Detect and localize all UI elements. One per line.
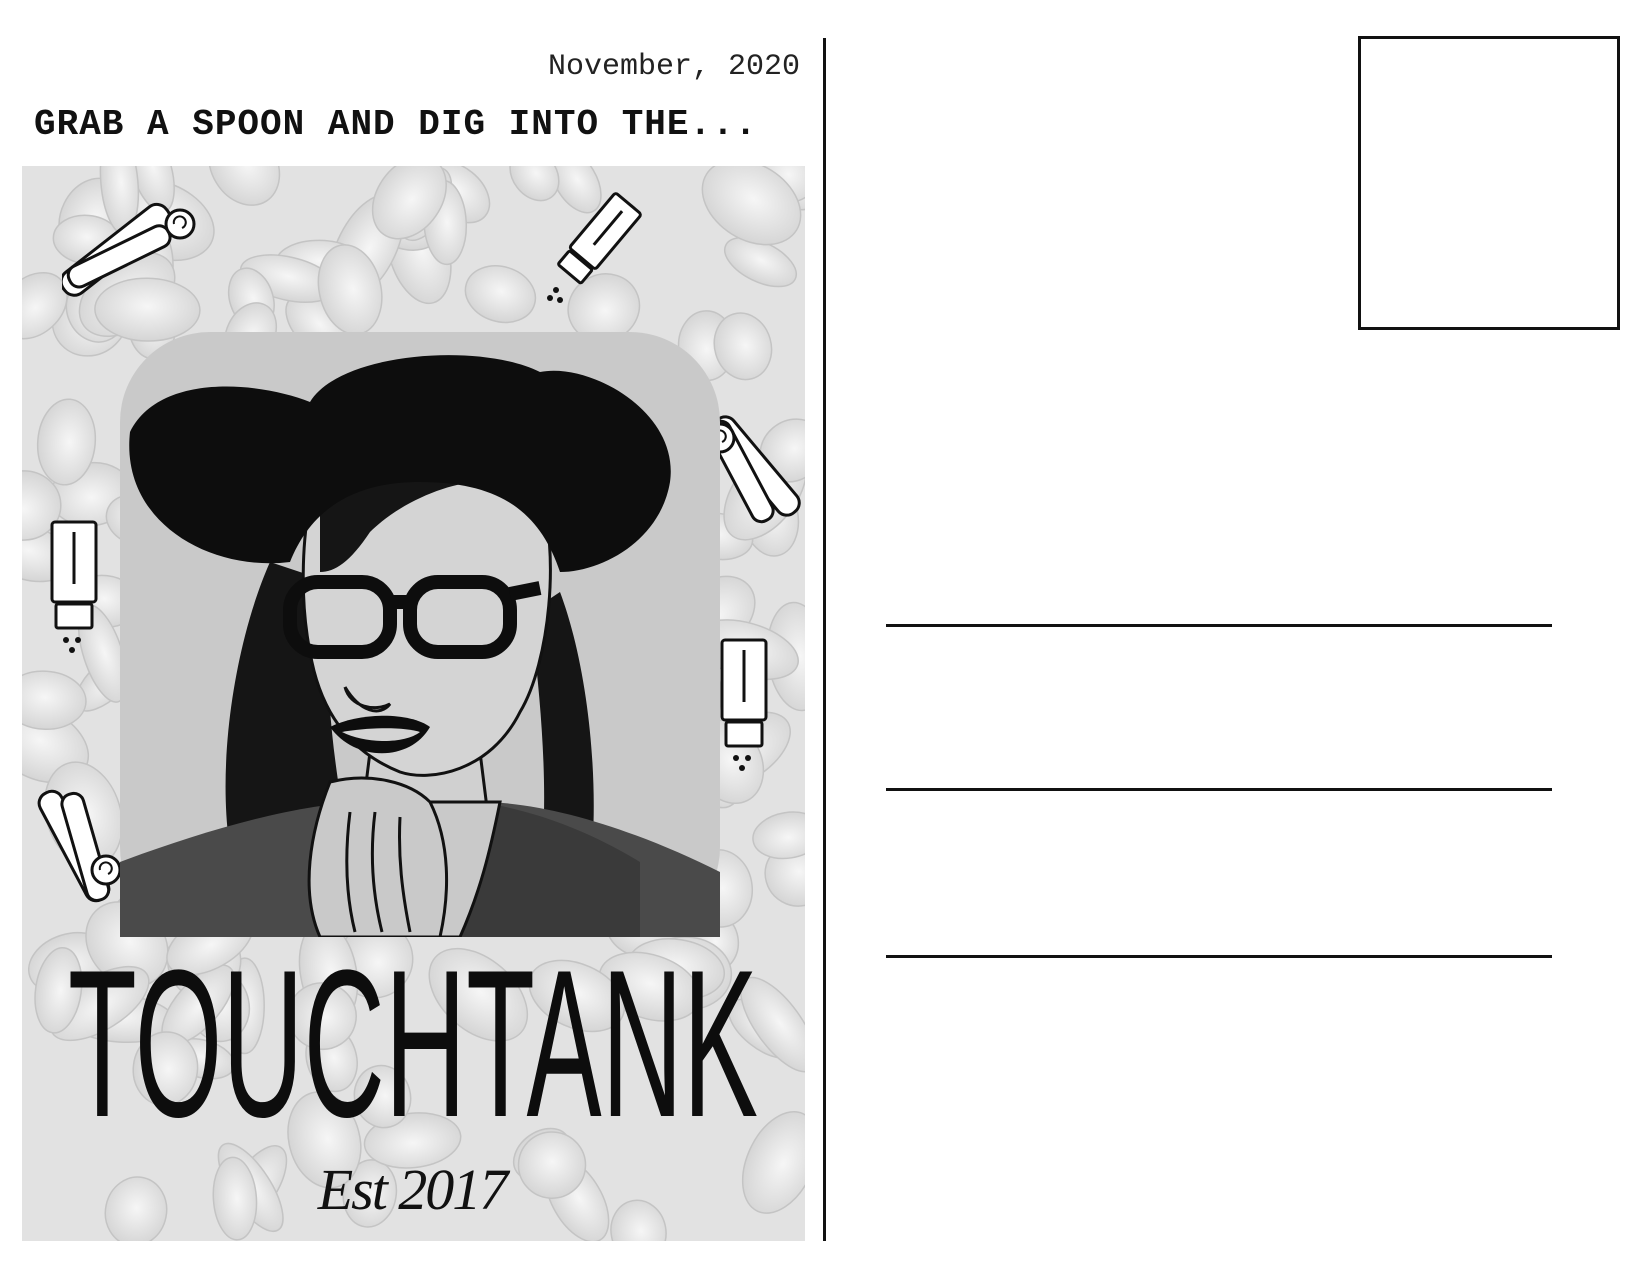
- portrait-illustration: [120, 332, 720, 937]
- address-line-3: [886, 955, 1552, 958]
- brand-name: TOUCHTANK: [68, 936, 758, 1161]
- postcard-divider: [823, 38, 826, 1241]
- postcard-date: November, 2020: [547, 50, 800, 84]
- stamp-box: [1358, 36, 1620, 330]
- salt-shaker-icon: [547, 192, 642, 303]
- cinnamon-sticks-icon: [62, 202, 196, 297]
- postcard-headline: GRAB A SPOON AND DIG INTO THE...: [34, 104, 758, 145]
- salt-shaker-icon-right: [720, 638, 768, 771]
- front-artwork-panel: TOUCHTANK Est 2017: [22, 166, 805, 1241]
- cinnamon-sticks-icon-bottom-left: [37, 789, 122, 903]
- brand-established: Est 2017: [317, 1157, 509, 1222]
- address-line-1: [886, 624, 1552, 627]
- brand-wordmark: TOUCHTANK: [22, 936, 805, 1176]
- address-line-2: [886, 788, 1552, 791]
- salt-shaker-icon-left: [50, 520, 98, 653]
